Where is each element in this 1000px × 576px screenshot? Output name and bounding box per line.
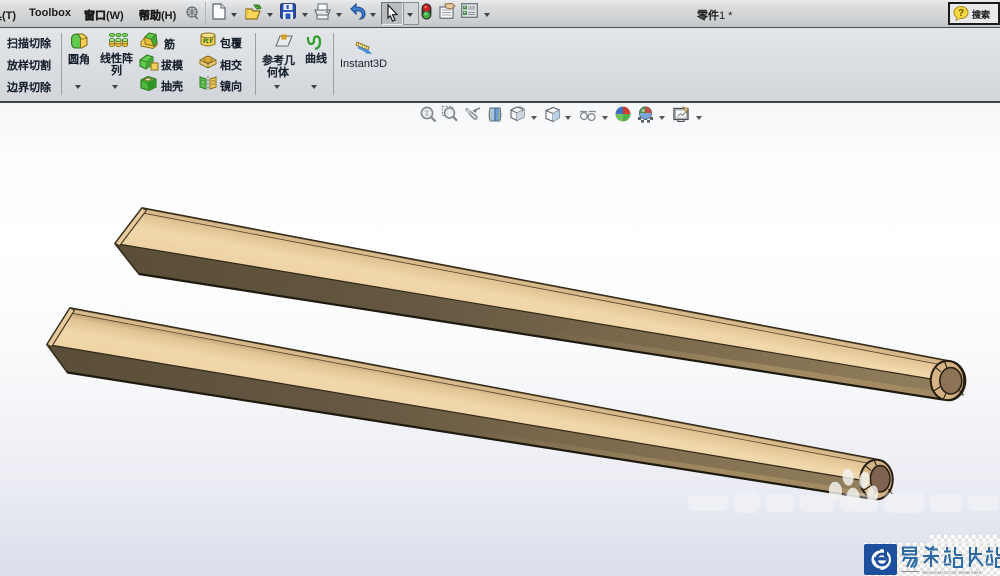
svg-text:Www.Easck.Com Watermark: Www.Easck.Com Watermark	[922, 570, 982, 575]
svg-text:?: ?	[958, 8, 964, 19]
